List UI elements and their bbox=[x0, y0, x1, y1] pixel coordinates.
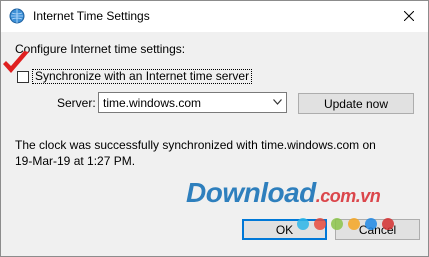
watermark-dot bbox=[382, 218, 394, 230]
red-checkmark-icon bbox=[3, 51, 29, 73]
watermark-dots bbox=[297, 218, 394, 230]
watermark-dot bbox=[331, 218, 343, 230]
close-icon bbox=[404, 11, 414, 21]
dialog-content: Configure Internet time settings: Synchr… bbox=[1, 32, 428, 256]
server-select[interactable]: time.windows.com bbox=[98, 92, 287, 113]
server-value: time.windows.com bbox=[103, 96, 202, 110]
watermark-dot bbox=[314, 218, 326, 230]
chevron-down-icon[interactable] bbox=[273, 99, 282, 105]
section-label: Configure Internet time settings: bbox=[15, 42, 186, 56]
window-title: Internet Time Settings bbox=[33, 9, 150, 23]
status-line-1: The clock was successfully synchronized … bbox=[15, 138, 376, 152]
title-bar: Internet Time Settings bbox=[1, 1, 428, 32]
sync-status: The clock was successfully synchronized … bbox=[15, 137, 415, 169]
watermark-dot bbox=[365, 218, 377, 230]
watermark-dot bbox=[348, 218, 360, 230]
update-now-button[interactable]: Update now bbox=[298, 93, 414, 114]
watermark-dot bbox=[297, 218, 309, 230]
sync-label[interactable]: Synchronize with an Internet time server bbox=[32, 69, 253, 84]
clock-globe-icon bbox=[9, 8, 25, 24]
close-button[interactable] bbox=[396, 4, 422, 28]
watermark-domain: .com.vn bbox=[315, 186, 381, 206]
watermark-text: Download bbox=[186, 177, 316, 208]
status-line-2: 19-Mar-19 at 1:27 PM. bbox=[15, 154, 136, 168]
server-label: Server: bbox=[57, 96, 96, 110]
watermark-logo: Download.com.vn bbox=[186, 177, 381, 209]
sync-option[interactable]: Synchronize with an Internet time server bbox=[17, 69, 253, 84]
dialog-window: Internet Time Settings Configure Interne… bbox=[0, 0, 429, 257]
